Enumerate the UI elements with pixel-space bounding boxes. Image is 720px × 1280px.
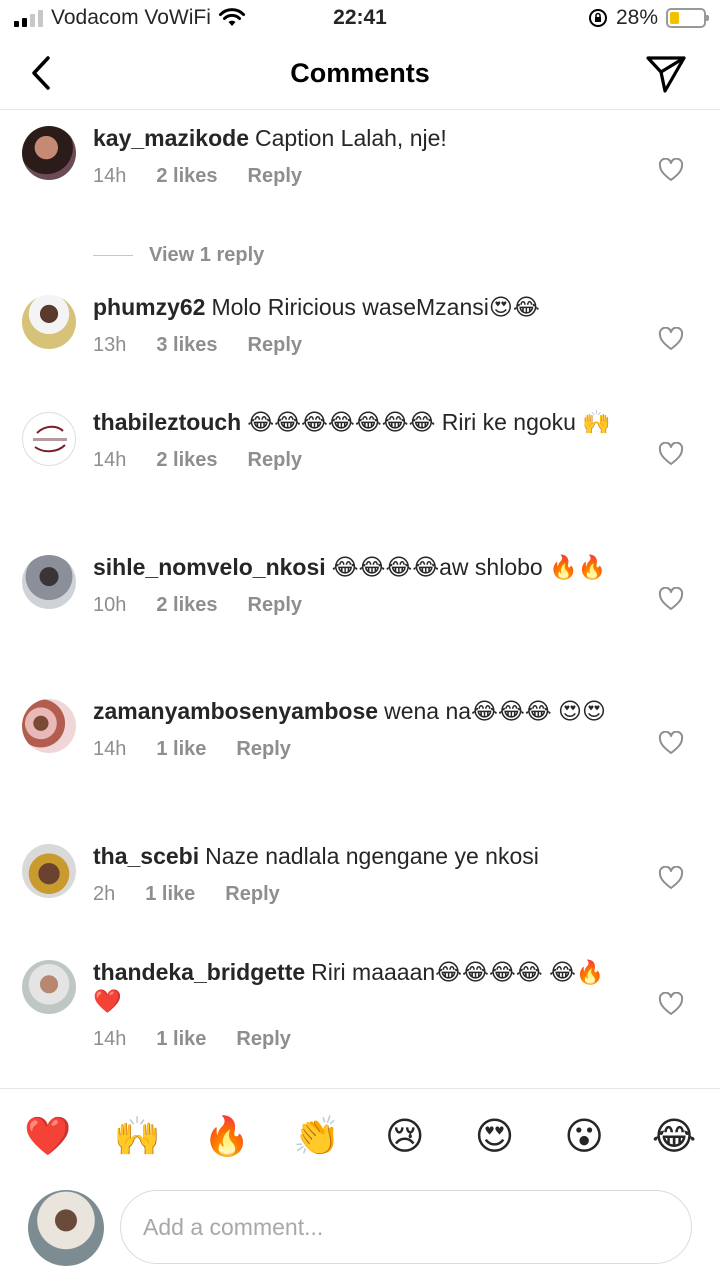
comment-body: zamanyambosenyambose wena na😂😂😂 😍😍 14h 1 … [93, 697, 633, 761]
battery-fill [670, 12, 679, 24]
comment-text: Caption Lalah, nje! [254, 125, 447, 151]
share-button[interactable] [644, 52, 690, 96]
comment-meta: 10h 2 likes Reply [93, 594, 633, 617]
comment-body: kay_mazikode Caption Lalah, nje! 14h 2 li… [93, 124, 633, 188]
comment-username[interactable]: tha_scebi [93, 843, 199, 869]
comment-time: 14h [93, 738, 127, 760]
comment-time: 14h [93, 1028, 127, 1050]
comment-likes[interactable]: 1 like [156, 1028, 206, 1051]
comment-likes[interactable]: 2 likes [156, 594, 217, 617]
comment-meta: 14h 2 likes Reply [93, 449, 633, 472]
reply-button[interactable]: Reply [248, 594, 302, 617]
comment-text: Naze nadlala ngengane ye nkosi [205, 843, 539, 869]
comment-time: 10h [93, 594, 127, 616]
reply-button[interactable]: Reply [248, 165, 302, 188]
avatar[interactable] [22, 699, 76, 753]
avatar[interactable] [22, 295, 76, 349]
status-bar: Vodacom VoWiFi 22:41 28% [0, 0, 720, 38]
orientation-lock-icon [588, 9, 607, 27]
comment-likes[interactable]: 1 like [156, 738, 206, 761]
heart-outline-icon[interactable] [658, 866, 684, 890]
comment-text: wena na😂😂😂 😍😍 [384, 698, 607, 724]
comment-username[interactable]: sihle_nomvelo_nkosi [93, 554, 326, 580]
comment-meta: 2h 1 like Reply [93, 883, 633, 906]
heart-outline-icon[interactable] [658, 158, 684, 182]
tears-of-joy-reaction-button[interactable]: 😂 [652, 1115, 696, 1159]
comment-text: 😂😂😂😂😂😂😂 Riri ke ngoku 🙌 [247, 409, 612, 435]
heart-outline-icon[interactable] [658, 327, 684, 351]
comment-text: Molo Riricious waseMzansi😍😂 [211, 294, 540, 320]
quick-reaction-bar: ❤️ 🙌 🔥 👏 😢 😍 😮 😂 [0, 1088, 720, 1184]
surprised-face-reaction-button[interactable]: 😮 [562, 1115, 606, 1159]
status-right: 28% [588, 6, 709, 30]
red-heart-reaction-button[interactable]: ❤️ [24, 1115, 71, 1159]
comment-meta: 14h 1 like Reply [93, 738, 633, 761]
heart-outline-icon[interactable] [658, 992, 684, 1016]
reply-button[interactable]: Reply [225, 883, 279, 906]
comment-username[interactable]: phumzy62 [93, 294, 205, 320]
heart-outline-icon[interactable] [658, 442, 684, 466]
comment-likes[interactable]: 3 likes [156, 334, 217, 357]
view-replies-label: View 1 reply [149, 244, 265, 266]
comment-meta: 14h 2 likes Reply [93, 165, 633, 188]
avatar[interactable] [22, 555, 76, 609]
comment-body: thabileztouch 😂😂😂😂😂😂😂 Riri ke ngoku 🙌 14h… [93, 408, 633, 472]
heart-eyes-reaction-button[interactable]: 😍 [473, 1115, 517, 1159]
comment-body: tha_scebi Naze nadlala ngengane ye nkosi … [93, 842, 633, 906]
comment-username[interactable]: zamanyambosenyambose [93, 698, 378, 724]
crying-face-reaction-button[interactable]: 😢 [383, 1115, 427, 1159]
avatar[interactable] [22, 126, 76, 180]
comment-text: 😂😂😂😂aw shlobo 🔥🔥 [331, 554, 607, 580]
view-replies-button[interactable]: View 1 reply [93, 244, 264, 267]
fire-reaction-button[interactable]: 🔥 [203, 1115, 250, 1159]
battery-percent: 28% [615, 6, 658, 29]
nav-bar: Comments [0, 38, 720, 110]
comment-composer [0, 1184, 720, 1280]
reply-button[interactable]: Reply [248, 449, 302, 472]
comment-meta: 13h 3 likes Reply [93, 334, 633, 357]
heart-outline-icon[interactable] [658, 587, 684, 611]
comment-input[interactable] [120, 1190, 692, 1264]
avatar[interactable] [22, 412, 76, 466]
raising-hands-reaction-button[interactable]: 🙌 [114, 1115, 161, 1159]
comment-time: 14h [93, 165, 127, 187]
comment-body: sihle_nomvelo_nkosi 😂😂😂😂aw shlobo 🔥🔥 10h … [93, 553, 633, 617]
clapping-hands-reaction-button[interactable]: 👏 [293, 1115, 340, 1159]
comment-time: 13h [93, 334, 127, 356]
heart-outline-icon[interactable] [658, 731, 684, 755]
comment-likes[interactable]: 1 like [145, 883, 195, 906]
avatar[interactable] [22, 960, 76, 1014]
comment-body: phumzy62 Molo Riricious waseMzansi😍😂 13h … [93, 293, 633, 357]
reply-button[interactable]: Reply [236, 738, 290, 761]
reply-button[interactable]: Reply [248, 334, 302, 357]
comment-likes[interactable]: 2 likes [156, 165, 217, 188]
paper-plane-icon [646, 56, 686, 93]
current-user-avatar[interactable] [28, 1190, 104, 1266]
comment-username[interactable]: kay_mazikode [93, 125, 249, 151]
reply-button[interactable]: Reply [236, 1028, 290, 1051]
battery-icon [666, 8, 709, 28]
comment-username[interactable]: thabileztouch [93, 409, 241, 435]
comment-body: thandeka_bridgette Riri maaaan😂😂😂😂 😂🔥❤️ 1… [93, 958, 633, 1051]
comment-username[interactable]: thandeka_bridgette [93, 959, 305, 985]
comment-likes[interactable]: 2 likes [156, 449, 217, 472]
reply-divider [93, 255, 133, 256]
comment-time: 14h [93, 449, 127, 471]
page-title: Comments [290, 58, 430, 88]
comment-meta: 14h 1 like Reply [93, 1028, 633, 1051]
comment-time: 2h [93, 883, 116, 905]
avatar[interactable] [22, 844, 76, 898]
brand-logo-icon [33, 425, 67, 453]
